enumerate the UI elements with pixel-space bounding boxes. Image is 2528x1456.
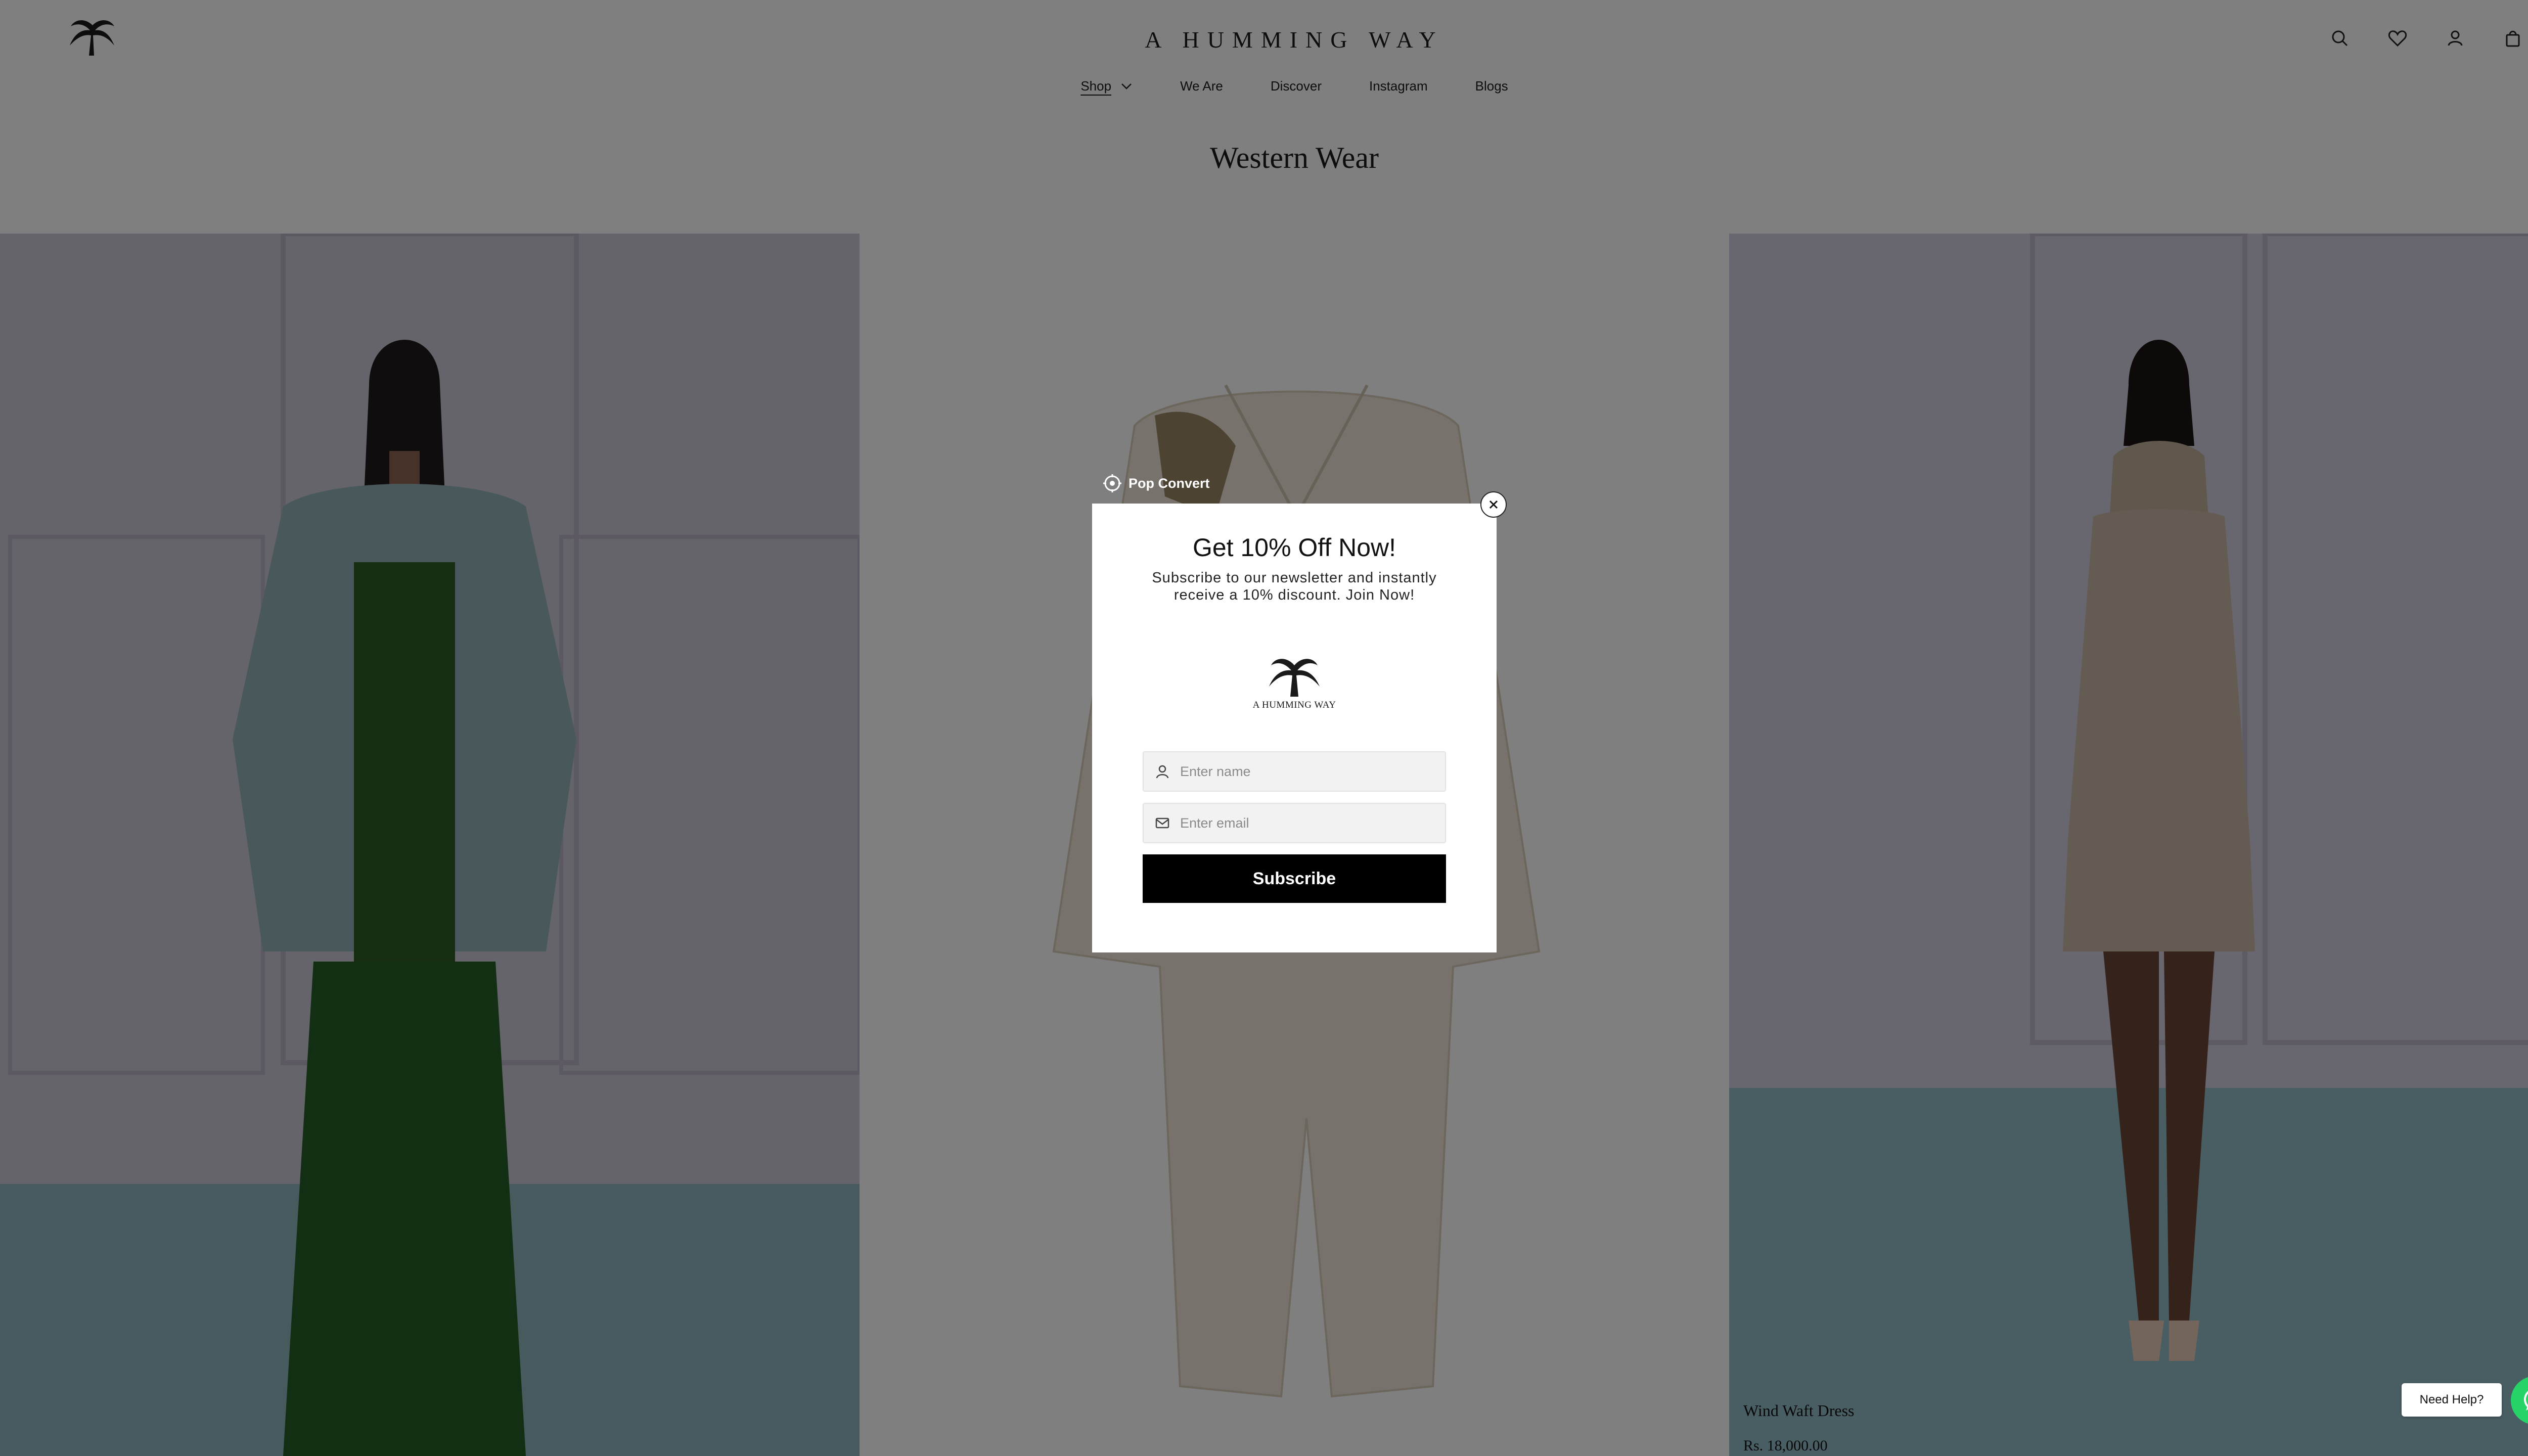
close-modal-button[interactable] — [1480, 491, 1507, 518]
name-field[interactable] — [1143, 751, 1446, 792]
modal-brand-logo: A HUMMING WAY — [1249, 650, 1340, 716]
whatsapp-icon — [2524, 1391, 2528, 1410]
email-field[interactable] — [1143, 803, 1446, 843]
need-help-bubble[interactable]: Need Help? — [2402, 1383, 2502, 1417]
email-input[interactable] — [1179, 814, 1434, 832]
subscribe-button[interactable]: Subscribe — [1143, 854, 1446, 903]
modal-subtitle: Subscribe to our newsletter and instantl… — [1152, 570, 1437, 603]
name-input[interactable] — [1179, 763, 1434, 780]
modal-title: Get 10% Off Now! — [1192, 533, 1396, 562]
modal-logo-text: A HUMMING WAY — [1252, 700, 1336, 710]
user-icon — [1156, 765, 1169, 779]
mail-icon — [1155, 817, 1169, 829]
newsletter-modal: Get 10% Off Now! Subscribe to our newsle… — [1092, 504, 1497, 952]
popup-provider-label: Pop Convert — [1128, 475, 1210, 491]
close-icon — [1489, 500, 1498, 509]
popup-provider: Pop Convert — [1102, 473, 1210, 493]
pop-convert-icon — [1103, 474, 1121, 492]
